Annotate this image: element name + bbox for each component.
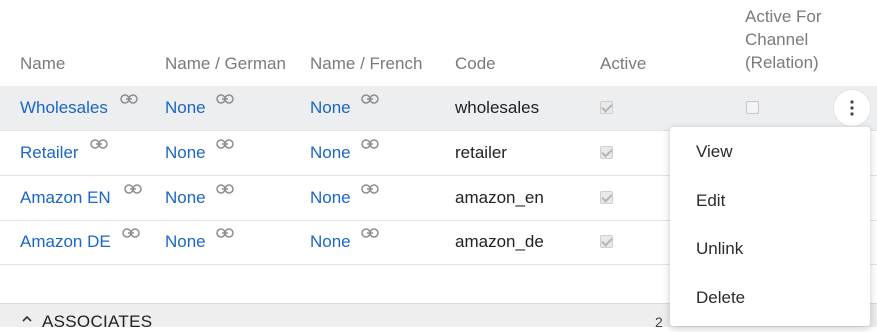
link-icon[interactable]	[120, 93, 138, 105]
column-header-name-french[interactable]: Name / French	[310, 52, 422, 75]
relation-active-checkbox	[746, 101, 759, 114]
link-icon[interactable]	[90, 138, 108, 150]
row-actions-button[interactable]	[834, 90, 870, 126]
link-icon[interactable]	[216, 227, 234, 239]
row-code: amazon_de	[455, 232, 544, 251]
column-header-line-1: Active For	[745, 7, 822, 26]
link-icon[interactable]	[124, 183, 142, 195]
link-icon[interactable]	[361, 227, 379, 239]
column-header-name[interactable]: Name	[20, 52, 65, 75]
column-header-active[interactable]: Active	[600, 52, 646, 75]
row-french-link[interactable]: None	[310, 98, 351, 118]
row-german-link[interactable]: None	[165, 143, 206, 163]
menu-item-view[interactable]: View	[670, 129, 870, 175]
row-name-link[interactable]: Retailer	[20, 143, 79, 163]
menu-item-delete[interactable]: Delete	[670, 275, 870, 321]
row-french-link[interactable]: None	[310, 188, 351, 208]
more-vertical-icon	[850, 100, 854, 116]
menu-item-unlink[interactable]: Unlink	[670, 226, 870, 272]
link-icon[interactable]	[361, 93, 379, 105]
menu-item-edit[interactable]: Edit	[670, 178, 870, 224]
associates-count: 2	[655, 314, 663, 330]
link-icon[interactable]	[216, 138, 234, 150]
row-german-link[interactable]: None	[165, 98, 206, 118]
link-icon[interactable]	[361, 138, 379, 150]
table-row[interactable]: Wholesales None None wholesales	[0, 86, 877, 131]
active-checkbox	[600, 235, 613, 248]
link-icon[interactable]	[216, 183, 234, 195]
row-french-link[interactable]: None	[310, 232, 351, 252]
section-title: ASSOCIATES	[42, 312, 153, 331]
link-icon[interactable]	[216, 93, 234, 105]
link-icon[interactable]	[122, 227, 140, 239]
row-german-link[interactable]: None	[165, 188, 206, 208]
row-name-link[interactable]: Wholesales	[20, 98, 108, 118]
row-code: amazon_en	[455, 188, 544, 207]
active-checkbox	[600, 101, 613, 114]
row-name-link[interactable]: Amazon DE	[20, 232, 111, 252]
row-german-link[interactable]: None	[165, 232, 206, 252]
chevron-up-icon[interactable]	[20, 314, 34, 324]
link-icon[interactable]	[361, 183, 379, 195]
row-code: wholesales	[455, 98, 540, 117]
active-checkbox	[600, 146, 613, 159]
column-header-line-3: (Relation)	[745, 53, 819, 72]
column-header-line-2: Channel	[745, 30, 809, 49]
column-header-code[interactable]: Code	[455, 52, 496, 75]
row-actions-menu: View Edit Unlink Delete	[670, 127, 870, 326]
column-header-name-german[interactable]: Name / German	[165, 52, 286, 75]
row-french-link[interactable]: None	[310, 143, 351, 163]
active-checkbox	[600, 191, 613, 204]
row-name-link[interactable]: Amazon EN	[20, 188, 111, 208]
row-code: retailer	[455, 143, 507, 162]
column-header-active-for-channel[interactable]: Active For Channel (Relation)	[745, 5, 822, 74]
